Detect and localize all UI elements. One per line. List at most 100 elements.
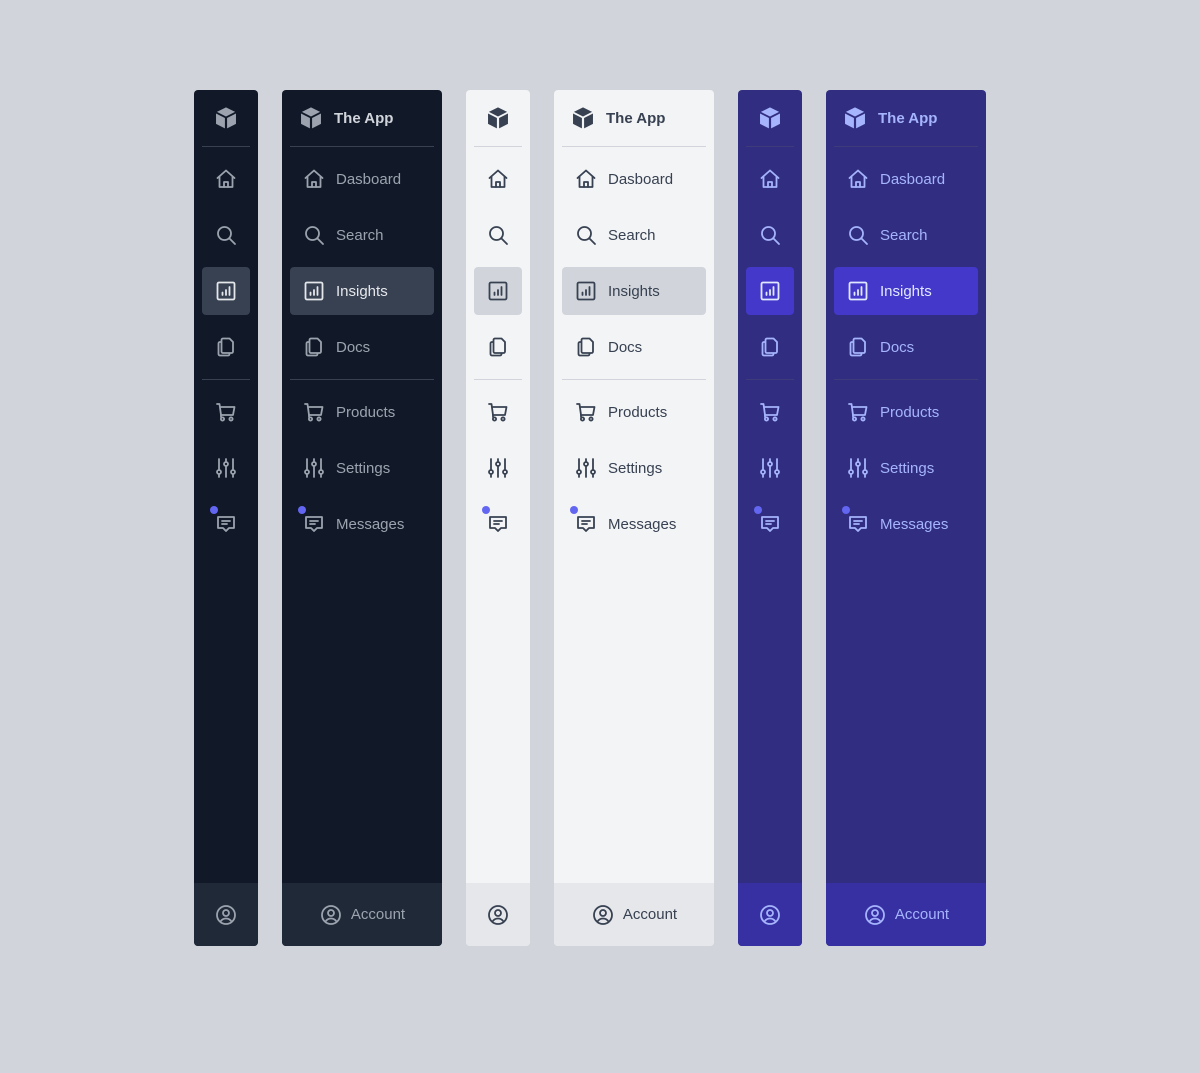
nav-secondary xyxy=(466,380,530,556)
nav-secondary: Products Settings Messages xyxy=(554,380,714,556)
nav-item-docs[interactable] xyxy=(474,323,522,371)
docs-icon xyxy=(846,335,870,359)
nav-primary: Dasboard Search Insights Docs xyxy=(826,147,986,379)
nav-item-search[interactable]: Search xyxy=(562,211,706,259)
nav-item-insights[interactable]: Insights xyxy=(290,267,434,315)
sidebar-indigo-expanded: The App Dasboard Search Insights Docs Product… xyxy=(826,90,986,946)
cube-icon xyxy=(213,105,239,131)
nav-item-settings[interactable] xyxy=(202,444,250,492)
sidebar-light-expanded: The App Dasboard Search Insights Docs Product… xyxy=(554,90,714,946)
brand[interactable]: The App xyxy=(554,90,714,146)
nav-item-messages[interactable] xyxy=(746,500,794,548)
nav-item-insights[interactable]: Insights xyxy=(834,267,978,315)
nav-label: Dasboard xyxy=(608,170,674,188)
brand[interactable]: The App xyxy=(826,90,986,146)
cube-icon xyxy=(842,105,868,131)
app-title: The App xyxy=(606,109,666,127)
notification-dot xyxy=(570,506,578,514)
account-button[interactable] xyxy=(194,883,258,946)
account-button[interactable] xyxy=(466,883,530,946)
nav-item-products[interactable] xyxy=(474,388,522,436)
nav-item-dasboard[interactable]: Dasboard xyxy=(834,155,978,203)
chart-icon xyxy=(758,279,782,303)
nav-label: Products xyxy=(880,403,940,421)
nav-item-insights[interactable] xyxy=(474,267,522,315)
cube-icon xyxy=(570,105,596,131)
nav-item-settings[interactable] xyxy=(746,444,794,492)
notification-dot xyxy=(842,506,850,514)
account-button[interactable]: Account xyxy=(826,883,986,946)
nav-item-search[interactable]: Search xyxy=(834,211,978,259)
nav-item-insights[interactable]: Insights xyxy=(562,267,706,315)
nav-item-messages[interactable]: Messages xyxy=(834,500,978,548)
nav-label: Search xyxy=(608,226,656,244)
nav-primary xyxy=(466,147,530,379)
nav-item-products[interactable]: Products xyxy=(834,388,978,436)
brand[interactable]: The App xyxy=(282,90,442,146)
cart-icon xyxy=(214,400,238,424)
nav-label: Dasboard xyxy=(336,170,402,188)
docs-icon xyxy=(758,335,782,359)
nav-secondary xyxy=(194,380,258,556)
nav-secondary xyxy=(738,380,802,556)
chart-icon xyxy=(846,279,870,303)
nav-item-settings[interactable] xyxy=(474,444,522,492)
nav-item-insights[interactable] xyxy=(746,267,794,315)
nav-item-docs[interactable] xyxy=(202,323,250,371)
nav-item-settings[interactable]: Settings xyxy=(834,444,978,492)
nav-item-dasboard[interactable] xyxy=(474,155,522,203)
nav-label: Docs xyxy=(336,338,371,356)
user-circle-icon xyxy=(319,903,343,927)
nav-item-messages[interactable]: Messages xyxy=(290,500,434,548)
cart-icon xyxy=(758,400,782,424)
user-circle-icon xyxy=(214,903,238,927)
account-button[interactable] xyxy=(738,883,802,946)
search-icon xyxy=(302,223,326,247)
brand[interactable] xyxy=(466,90,530,146)
nav-item-dasboard[interactable]: Dasboard xyxy=(562,155,706,203)
nav-item-dasboard[interactable]: Dasboard xyxy=(290,155,434,203)
sliders-icon xyxy=(486,456,510,480)
nav-item-messages[interactable]: Messages xyxy=(562,500,706,548)
brand[interactable] xyxy=(738,90,802,146)
nav-label: Settings xyxy=(608,459,663,477)
cart-icon xyxy=(574,400,598,424)
user-circle-icon xyxy=(758,903,782,927)
nav-item-settings[interactable]: Settings xyxy=(562,444,706,492)
home-icon xyxy=(486,167,510,191)
docs-icon xyxy=(486,335,510,359)
brand[interactable] xyxy=(194,90,258,146)
account-button[interactable]: Account xyxy=(282,883,442,946)
nav-item-search[interactable] xyxy=(202,211,250,259)
nav-item-docs[interactable]: Docs xyxy=(834,323,978,371)
account-button[interactable]: Account xyxy=(554,883,714,946)
nav-item-search[interactable] xyxy=(474,211,522,259)
nav-item-products[interactable]: Products xyxy=(562,388,706,436)
nav-item-products[interactable] xyxy=(746,388,794,436)
nav-item-settings[interactable]: Settings xyxy=(290,444,434,492)
nav-label: Search xyxy=(336,226,384,244)
nav-primary: Dasboard Search Insights Docs xyxy=(282,147,442,379)
nav-item-docs[interactable]: Docs xyxy=(290,323,434,371)
nav-item-docs[interactable] xyxy=(746,323,794,371)
cube-icon xyxy=(757,105,783,131)
sidebar-dark-expanded: The App Dasboard Search Insights Docs Product… xyxy=(282,90,442,946)
cart-icon xyxy=(486,400,510,424)
nav-item-products[interactable]: Products xyxy=(290,388,434,436)
nav-item-docs[interactable]: Docs xyxy=(562,323,706,371)
nav-item-dasboard[interactable] xyxy=(746,155,794,203)
sliders-icon xyxy=(574,456,598,480)
nav-secondary: Products Settings Messages xyxy=(282,380,442,556)
nav-item-dasboard[interactable] xyxy=(202,155,250,203)
account-label: Account xyxy=(894,906,950,923)
nav-item-search[interactable]: Search xyxy=(290,211,434,259)
notification-dot xyxy=(298,506,306,514)
nav-item-messages[interactable] xyxy=(474,500,522,548)
home-icon xyxy=(758,167,782,191)
nav-item-products[interactable] xyxy=(202,388,250,436)
sliders-icon xyxy=(758,456,782,480)
nav-label: Settings xyxy=(880,459,935,477)
nav-item-insights[interactable] xyxy=(202,267,250,315)
nav-item-search[interactable] xyxy=(746,211,794,259)
nav-item-messages[interactable] xyxy=(202,500,250,548)
